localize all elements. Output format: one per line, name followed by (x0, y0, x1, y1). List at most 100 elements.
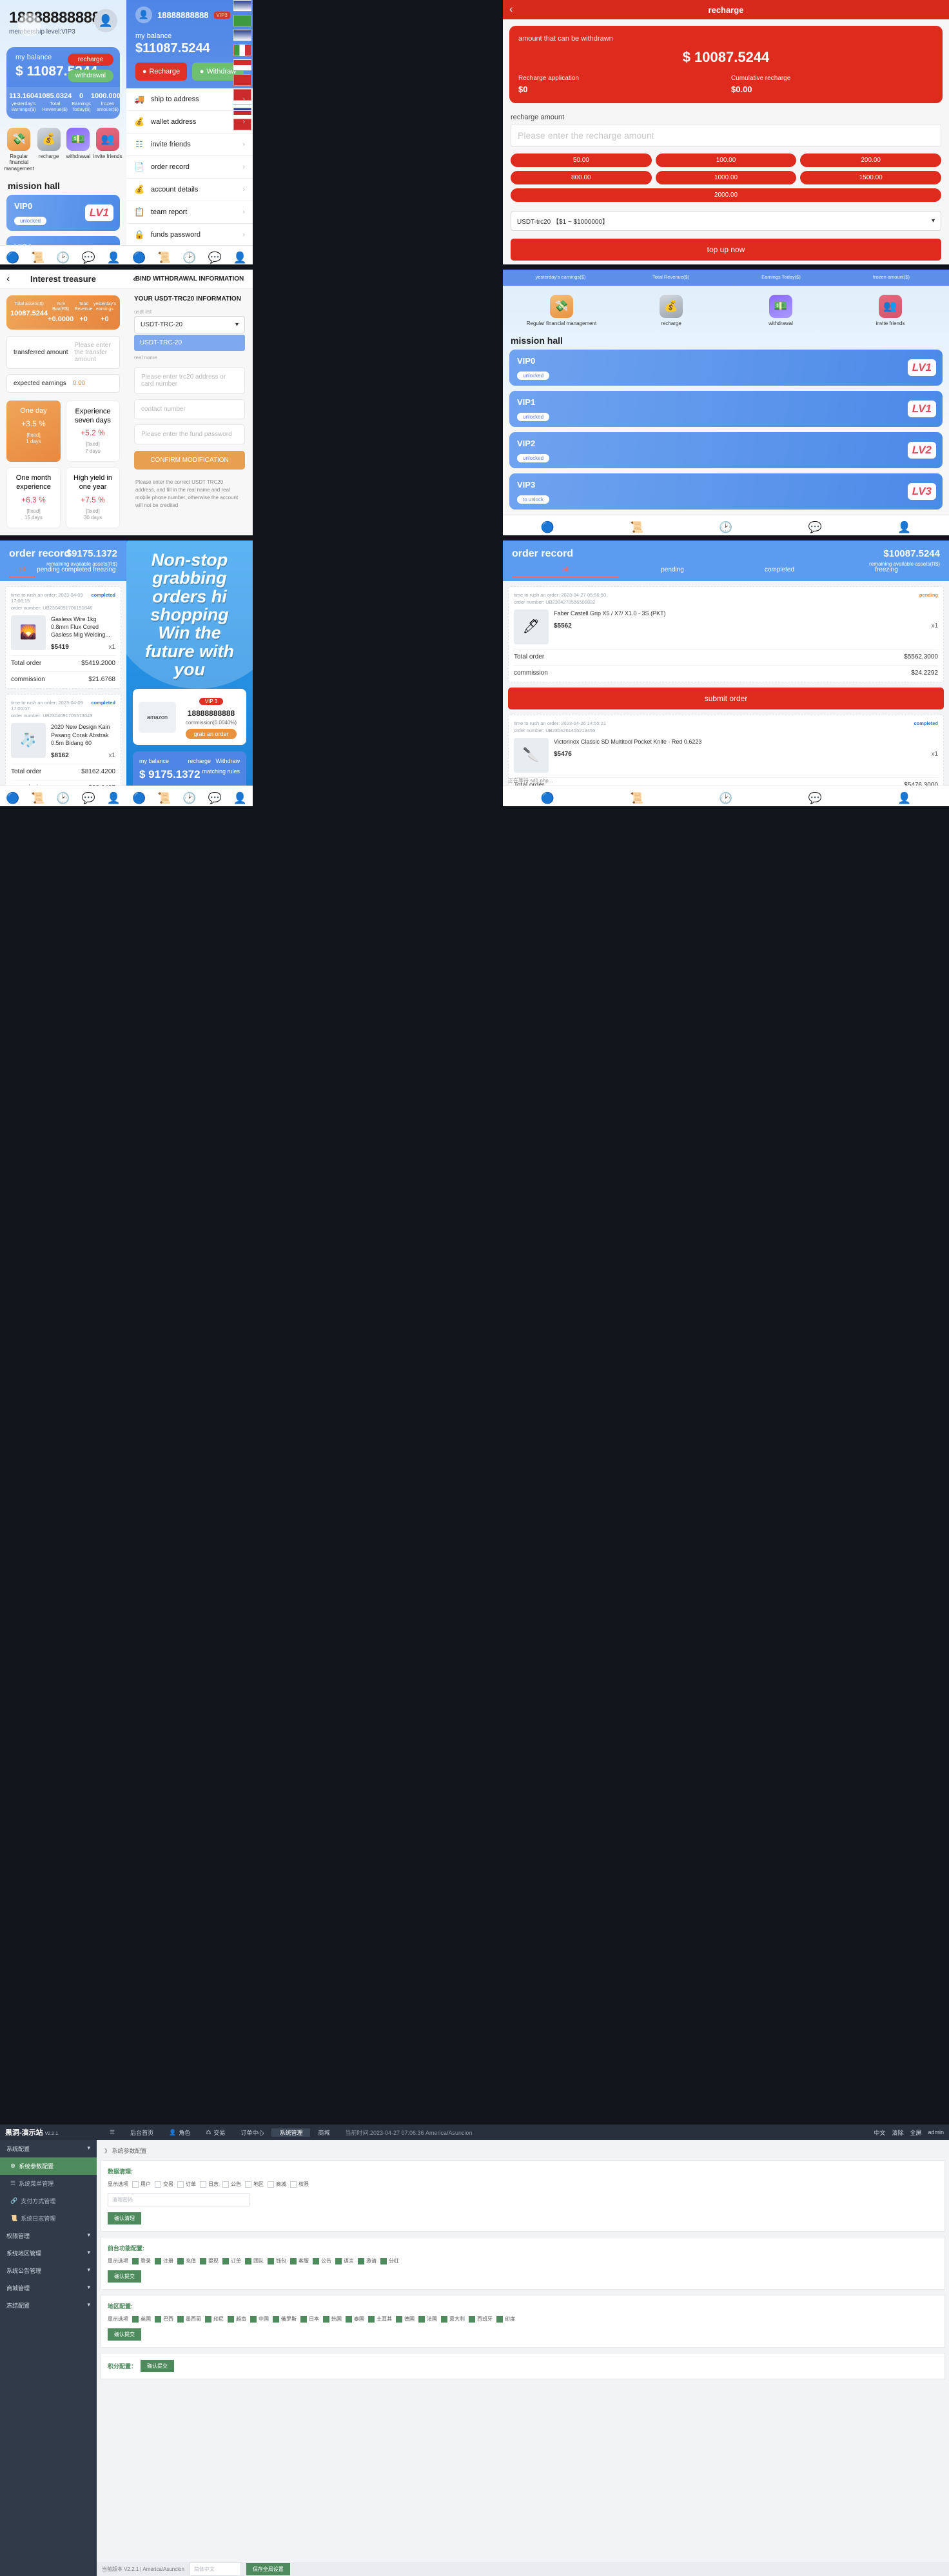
checkbox-option[interactable]: 泰国 (346, 2315, 364, 2323)
checkbox[interactable] (313, 2257, 319, 2264)
tab-list[interactable]: 📜 (152, 252, 177, 263)
tab-clock[interactable]: 🕑 (50, 793, 75, 804)
checkbox[interactable] (245, 2181, 251, 2188)
checkbox[interactable] (132, 2315, 139, 2323)
checkbox[interactable] (155, 2181, 161, 2188)
checkbox-option[interactable]: 韩国 (323, 2315, 342, 2323)
checkbox-option[interactable]: 日本 (300, 2315, 319, 2323)
checkbox[interactable] (396, 2315, 402, 2323)
checkbox[interactable] (290, 2257, 297, 2264)
checkbox[interactable] (268, 2181, 274, 2188)
tab-clock[interactable]: 🕑 (681, 793, 770, 804)
tab-clock[interactable]: 🕑 (177, 793, 202, 804)
tab-chat[interactable]: 💬 (202, 252, 228, 263)
menu-item-order-center[interactable]: 订单中心 (233, 2128, 271, 2137)
menu-item-account-details[interactable]: 💰 account details › (126, 179, 253, 201)
tab-home[interactable]: 🔵 (0, 793, 25, 804)
menu-item-system[interactable]: 系统管理 (271, 2128, 311, 2137)
checkbox[interactable] (346, 2315, 352, 2323)
checkbox[interactable] (358, 2257, 364, 2264)
tab-home[interactable]: 🔵 (503, 793, 592, 804)
tab-all[interactable]: all (9, 566, 35, 577)
matching-rules-link[interactable]: matching rules (202, 768, 240, 775)
plan-card[interactable]: One month experience +6.3 % [fixed] 15 d… (6, 467, 61, 529)
recharge-button[interactable]: ● Recharge (135, 63, 187, 81)
flag-brazil[interactable] (233, 15, 251, 26)
channel-select[interactable]: USDT-trc20 【$1 ~ $1000000】 ▾ (511, 211, 941, 231)
checkbox[interactable] (300, 2315, 307, 2323)
quick-invite-friends[interactable]: 👥 invite friends (93, 128, 122, 172)
menu-item-funds-password[interactable]: 🔒 funds password › (126, 224, 253, 246)
vip-card[interactable]: VIP1 unlocked LV1 (509, 390, 943, 427)
avatar[interactable]: 👤 (94, 9, 117, 32)
tab-chat[interactable]: 💬 (76, 793, 101, 804)
submit-order-button[interactable]: submit order (508, 688, 944, 709)
checkbox-option[interactable]: 中国 (250, 2315, 269, 2323)
checkbox-option[interactable]: 意大利 (441, 2315, 465, 2323)
menu-item-team-report[interactable]: 📋 team report › (126, 201, 253, 224)
amount-preset[interactable]: 1500.00 (800, 171, 942, 184)
quick-withdrawal[interactable]: 💵 withdrawal (63, 128, 93, 172)
plan-card[interactable]: High yield in one year +7.5 % [fixed] 30… (66, 467, 120, 529)
language-select[interactable]: 简体中文 (189, 2562, 241, 2576)
checkbox[interactable] (200, 2257, 206, 2264)
checkbox[interactable] (496, 2315, 503, 2323)
address-input[interactable]: Please enter trc20 address or card numbe… (134, 367, 245, 394)
checkbox[interactable] (155, 2315, 161, 2323)
language-switch[interactable]: 中文 (874, 2128, 885, 2137)
withdraw-link[interactable]: Withdraw (215, 758, 240, 764)
sidebar-group-freeze[interactable]: 冻结配置 ▾ (0, 2297, 97, 2314)
checkbox-option[interactable]: 墨西哥 (177, 2315, 201, 2323)
checkbox[interactable] (132, 2181, 139, 2188)
checkbox[interactable] (200, 2181, 206, 2188)
tab-clock[interactable]: 🕑 (50, 252, 75, 263)
sidebar-group-region[interactable]: 系统地区管理 ▾ (0, 2244, 97, 2262)
sidebar-item-system-params[interactable]: ⚙ 系统参数配置 (0, 2157, 97, 2175)
confirm-cleanup-button[interactable]: 确认清理 (108, 2212, 141, 2224)
checkbox-option[interactable]: 钱包 (268, 2257, 286, 2264)
sidebar-group-permissions[interactable]: 权限管理 ▾ (0, 2227, 97, 2244)
checkbox-option[interactable]: 登录 (132, 2257, 151, 2264)
checkbox[interactable] (290, 2181, 297, 2188)
sidebar-group-system-config[interactable]: 系统配置 ▾ (0, 2140, 97, 2157)
tab-user[interactable]: 👤 (101, 793, 126, 804)
transfer-amount-row[interactable]: transferred amount Please enter the tran… (6, 335, 120, 369)
checkbox[interactable] (368, 2315, 375, 2323)
tab-user[interactable]: 👤 (860, 793, 949, 804)
checkbox-option[interactable]: 团队 (245, 2257, 264, 2264)
tab-home[interactable]: 🔵 (126, 252, 152, 263)
checkbox-option[interactable]: 公告 (222, 2181, 241, 2188)
checkbox-option[interactable]: 权限 (290, 2181, 309, 2188)
checkbox-option[interactable]: 商城 (268, 2181, 286, 2188)
tab-list[interactable]: 📜 (25, 252, 50, 263)
grab-order-button[interactable]: grab an order (186, 729, 237, 740)
tab-completed[interactable]: completed (726, 566, 833, 577)
checkbox-option[interactable]: 邀请 (358, 2257, 377, 2264)
flag-uk[interactable] (233, 0, 251, 12)
checkbox-option[interactable]: 注册 (155, 2257, 173, 2264)
flag-indonesia[interactable] (233, 59, 251, 71)
plan-card[interactable]: Experience seven days +5.2 % [fixed] 7 d… (66, 400, 120, 462)
table-row[interactable]: time to rush an order: 2023-04-27 05:56:… (508, 586, 944, 682)
tab-all[interactable]: all (512, 566, 619, 577)
flag-uk-2[interactable] (233, 30, 251, 41)
amount-preset[interactable]: 800.00 (511, 171, 652, 184)
checkbox[interactable] (323, 2315, 329, 2323)
checkbox-option[interactable]: 交易 (155, 2181, 173, 2188)
checkbox-option[interactable]: 订单 (222, 2257, 241, 2264)
vip-card[interactable]: VIP0 unlocked LV1 (509, 349, 943, 386)
checkbox-option[interactable]: 英国 (132, 2315, 151, 2323)
confirm-modification-button[interactable]: CONFIRM MODIFICATION (134, 451, 245, 470)
plan-card[interactable]: One day +3.5 % [fixed] 1 days (6, 400, 61, 462)
tab-pending[interactable]: pending (619, 566, 726, 577)
checkbox-option[interactable]: 语言 (335, 2257, 354, 2264)
tab-user[interactable]: 👤 (101, 252, 126, 263)
back-icon[interactable]: ‹ (133, 273, 136, 285)
checkbox-option[interactable]: 土耳其 (368, 2315, 392, 2323)
checkbox-option[interactable]: 巴西 (155, 2315, 173, 2323)
menu-item-mall[interactable]: 商城 (310, 2128, 337, 2137)
checkbox-option[interactable]: 越南 (228, 2315, 246, 2323)
amount-preset[interactable]: 2000.00 (511, 188, 941, 202)
checkbox-option[interactable]: 提现 (200, 2257, 219, 2264)
tab-user[interactable]: 👤 (228, 793, 253, 804)
